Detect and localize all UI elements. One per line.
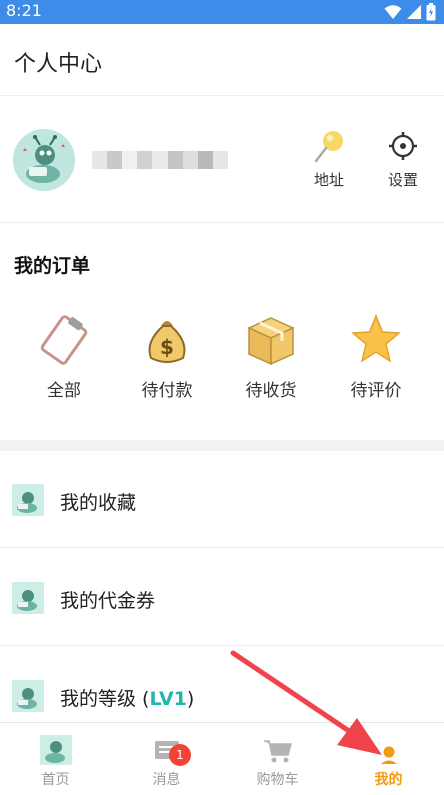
address-label: 地址 (313, 171, 344, 189)
level-suffix: ) (186, 688, 195, 710)
ant-mascot-icon (13, 129, 75, 191)
status-icons (384, 3, 436, 21)
clipboard-icon (40, 315, 88, 365)
menu-item-vouchers[interactable]: 我的代金券 (0, 549, 444, 646)
menu-item-favorites[interactable]: 我的收藏 (0, 451, 444, 548)
order-pending-payment-label: 待付款 (141, 381, 193, 401)
tab-label: 购物车 (256, 772, 299, 788)
status-bar: 8:21 (0, 0, 444, 24)
avatar[interactable] (13, 129, 75, 191)
svg-text:$: $ (160, 335, 174, 359)
section-divider (0, 440, 444, 451)
battery-icon (426, 3, 436, 21)
status-time: 8:21 (6, 1, 42, 20)
settings-button[interactable]: 设置 (375, 129, 431, 193)
order-pending-review[interactable]: 待评价 (326, 312, 426, 401)
profile-section: 地址 设置 (0, 97, 444, 223)
person-icon (380, 746, 397, 764)
tab-label: 我的 (374, 772, 403, 788)
signal-icon (407, 5, 421, 19)
ant-mascot-icon (12, 582, 44, 614)
home-mascot-icon (39, 735, 72, 765)
message-badge: 1 (169, 744, 191, 766)
level-prefix: 我的等级 ( (60, 688, 150, 710)
pin-icon (314, 131, 343, 163)
tab-messages[interactable]: 消息 (111, 723, 222, 795)
star-icon (351, 314, 401, 363)
tab-label: 首页 (41, 772, 70, 788)
page-title: 个人中心 (14, 52, 103, 77)
username-redacted (92, 151, 228, 169)
menu-item-label: 我的等级 (LV1) (60, 684, 194, 711)
bottom-tab-bar: 首页 消息 购物车 我的 (0, 722, 444, 795)
tab-cart[interactable]: 购物车 (222, 723, 333, 795)
address-button[interactable]: 地址 (301, 129, 357, 193)
menu-item-label: 我的代金券 (60, 590, 156, 612)
menu-item-label: 我的收藏 (60, 492, 137, 514)
app-header: 个人中心 (0, 24, 444, 96)
order-all[interactable]: 全部 (14, 312, 114, 401)
order-pending-payment[interactable]: $ 待付款 (117, 312, 217, 401)
level-value: LV1 (149, 688, 187, 710)
order-pending-receipt[interactable]: 待收货 (221, 312, 321, 401)
gear-icon (389, 132, 417, 160)
tab-label: 消息 (152, 772, 181, 788)
order-pending-receipt-label: 待收货 (245, 381, 297, 401)
ant-mascot-icon (12, 484, 44, 516)
ant-mascot-icon (12, 680, 44, 712)
order-pending-review-label: 待评价 (350, 381, 402, 401)
orders-title: 我的订单 (14, 255, 91, 277)
money-bag-icon: $ (148, 321, 186, 363)
settings-label: 设置 (387, 171, 418, 189)
order-all-label: 全部 (47, 381, 81, 401)
tab-mine[interactable]: 我的 (333, 723, 444, 795)
cart-icon (263, 740, 292, 763)
package-icon (247, 317, 295, 366)
tab-home[interactable]: 首页 (0, 723, 111, 795)
wifi-icon (384, 5, 402, 19)
orders-row: 全部 $ 待付款 待收货 待评价 (0, 312, 444, 408)
